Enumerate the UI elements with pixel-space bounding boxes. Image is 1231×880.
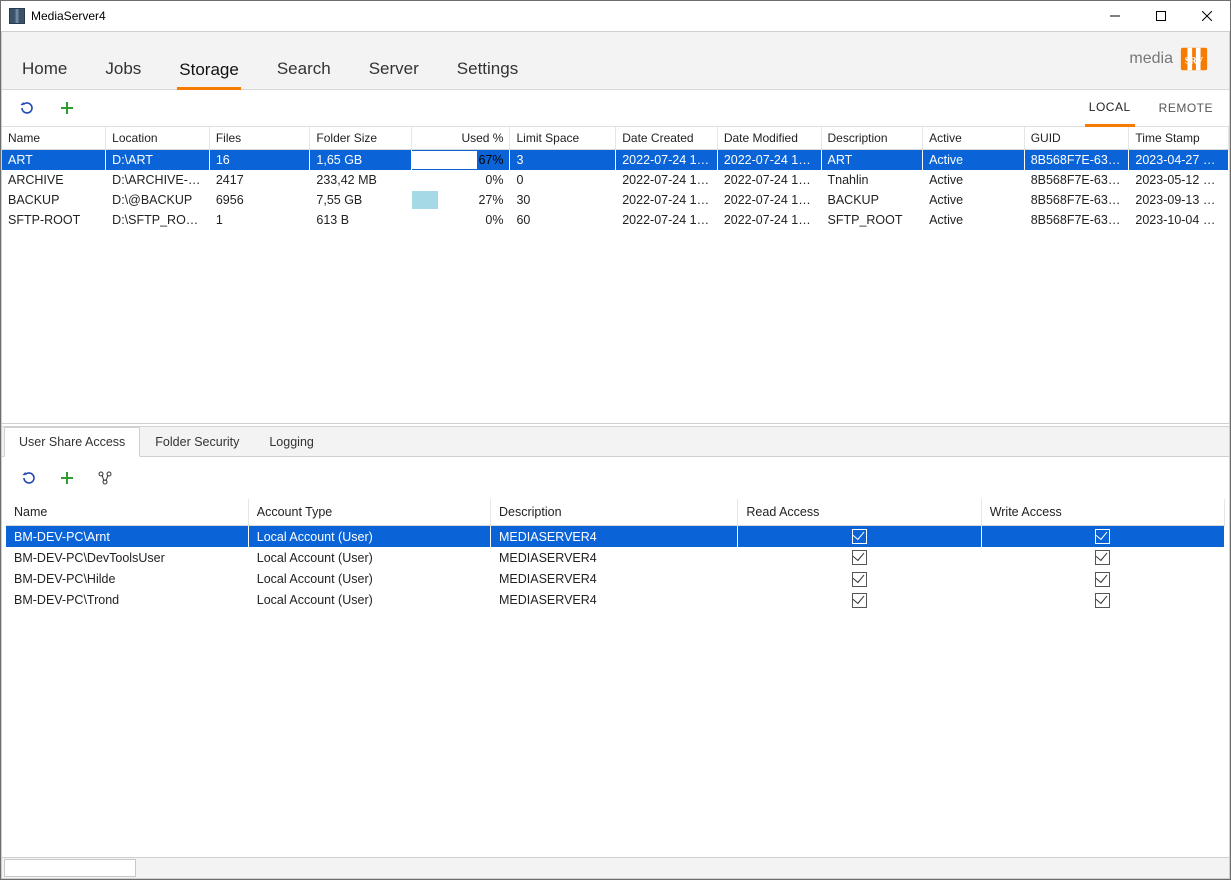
bottom-tabs: User Share Access Folder Security Loggin… (2, 427, 1229, 457)
storage-col-header[interactable]: Time Stamp (1129, 127, 1229, 150)
svg-text:SRV: SRV (1185, 57, 1204, 67)
app-window: MediaServer4 Home Jobs Storage Search Se… (0, 0, 1231, 880)
subtab-remote[interactable]: REMOTE (1155, 90, 1217, 126)
checkbox-icon[interactable] (852, 550, 867, 565)
brand-prefix: media (1129, 50, 1173, 68)
storage-col-header[interactable]: Name (2, 127, 106, 150)
app-icon (9, 8, 25, 24)
storage-col-header[interactable]: Used % (412, 127, 510, 150)
window-title: MediaServer4 (31, 9, 106, 23)
storage-col-header[interactable]: Location (106, 127, 210, 150)
user-col-header[interactable]: Account Type (248, 499, 490, 526)
user-row[interactable]: BM-DEV-PC\TrondLocal Account (User)MEDIA… (6, 590, 1225, 611)
storage-grid[interactable]: NameLocationFilesFolder SizeUsed %Limit … (2, 127, 1229, 424)
nav-home[interactable]: Home (20, 53, 69, 89)
user-col-header[interactable]: Name (6, 499, 248, 526)
storage-col-header[interactable]: GUID (1024, 127, 1129, 150)
checkbox-icon[interactable] (1095, 550, 1110, 565)
app-frame: Home Jobs Storage Search Server Settings… (1, 31, 1230, 879)
storage-col-header[interactable]: Date Modified (717, 127, 821, 150)
nav-settings[interactable]: Settings (455, 53, 520, 89)
tab-user-share-access[interactable]: User Share Access (4, 427, 140, 457)
tab-folder-security[interactable]: Folder Security (140, 427, 254, 456)
status-bar (2, 857, 1229, 878)
subtab-local[interactable]: LOCAL (1085, 90, 1135, 127)
bottom-panel: User Share Access Folder Security Loggin… (2, 426, 1229, 857)
storage-row[interactable]: SFTP-ROOTD:\SFTP_ROOT1613 B0%602022-07-2… (2, 210, 1229, 230)
refresh-icon (21, 470, 37, 486)
brand-icon: SRV (1179, 44, 1209, 74)
storage-col-header[interactable]: Description (821, 127, 923, 150)
status-segment (4, 859, 136, 877)
checkbox-icon[interactable] (1095, 529, 1110, 544)
checkbox-icon[interactable] (852, 572, 867, 587)
refresh-icon (19, 100, 35, 116)
title-bar: MediaServer4 (1, 1, 1230, 32)
minimize-button[interactable] (1092, 1, 1138, 31)
plus-icon (59, 100, 75, 116)
storage-col-header[interactable]: Folder Size (310, 127, 412, 150)
content-area: LOCAL REMOTE NameLocationFilesFolder Siz… (2, 89, 1229, 857)
nav-jobs[interactable]: Jobs (103, 53, 143, 89)
plus-icon (59, 470, 75, 486)
user-refresh-button[interactable] (16, 465, 42, 491)
storage-row[interactable]: ARCHIVED:\ARCHIVE-ST...2417233,42 MB0%02… (2, 170, 1229, 190)
nodes-icon (97, 470, 113, 486)
nav-search[interactable]: Search (275, 53, 333, 89)
user-col-header[interactable]: Write Access (981, 499, 1224, 526)
storage-toolbar: LOCAL REMOTE (2, 90, 1229, 127)
refresh-button[interactable] (14, 95, 40, 121)
user-row[interactable]: BM-DEV-PC\ArntLocal Account (User)MEDIAS… (6, 526, 1225, 548)
checkbox-icon[interactable] (1095, 593, 1110, 608)
storage-row[interactable]: ARTD:\ART161,65 GB67%32022-07-24 18:...2… (2, 150, 1229, 171)
user-row[interactable]: BM-DEV-PC\HildeLocal Account (User)MEDIA… (6, 568, 1225, 589)
user-col-header[interactable]: Description (491, 499, 738, 526)
add-button[interactable] (54, 95, 80, 121)
user-toolbar (2, 457, 1229, 499)
user-add-button[interactable] (54, 465, 80, 491)
storage-col-header[interactable]: Files (209, 127, 310, 150)
user-grid[interactable]: NameAccount TypeDescriptionRead AccessWr… (2, 499, 1229, 857)
brand-logo: media SRV (1129, 44, 1209, 74)
storage-col-header[interactable]: Active (923, 127, 1025, 150)
nav-server[interactable]: Server (367, 53, 421, 89)
checkbox-icon[interactable] (852, 593, 867, 608)
user-col-header[interactable]: Read Access (738, 499, 981, 526)
user-row[interactable]: BM-DEV-PC\DevToolsUserLocal Account (Use… (6, 547, 1225, 568)
close-button[interactable] (1184, 1, 1230, 31)
checkbox-icon[interactable] (852, 529, 867, 544)
maximize-button[interactable] (1138, 1, 1184, 31)
user-edit-button[interactable] (92, 465, 118, 491)
storage-row[interactable]: BACKUPD:\@BACKUP69567,55 GB27%302022-07-… (2, 190, 1229, 210)
storage-col-header[interactable]: Date Created (616, 127, 718, 150)
nav-storage[interactable]: Storage (177, 54, 241, 90)
checkbox-icon[interactable] (1095, 572, 1110, 587)
main-nav: Home Jobs Storage Search Server Settings… (2, 32, 1229, 89)
tab-logging[interactable]: Logging (254, 427, 329, 456)
storage-col-header[interactable]: Limit Space (510, 127, 616, 150)
